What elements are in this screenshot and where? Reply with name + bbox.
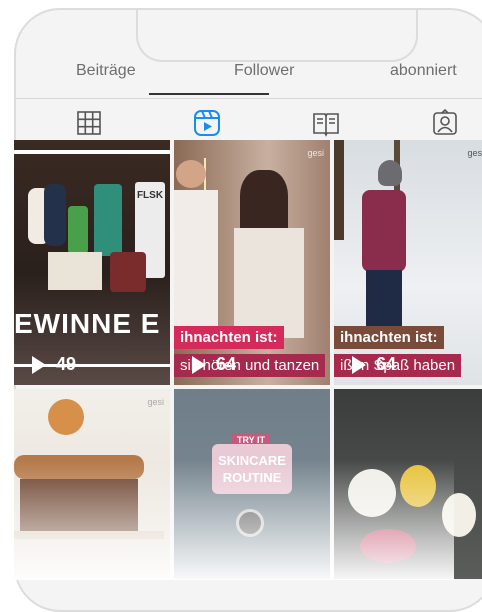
head — [176, 160, 206, 188]
view-count: 64 — [352, 354, 396, 375]
tagged-person-icon[interactable] — [430, 108, 460, 138]
divider — [16, 98, 482, 99]
content-tab-bar — [16, 106, 482, 142]
tree-trunk — [334, 140, 344, 240]
watermark: gesi — [467, 148, 482, 158]
hair — [240, 170, 288, 234]
play-icon — [352, 355, 366, 374]
caption-banner-top: ihnachten ist: — [174, 326, 284, 349]
frame-line — [14, 150, 170, 154]
bottom-fade — [14, 460, 454, 580]
caption-banner-top: ihnachten ist: — [334, 326, 444, 349]
active-tab-underline — [149, 93, 269, 95]
patterned-jacket — [362, 190, 406, 272]
tab-follower[interactable]: Follower — [234, 62, 294, 80]
tab-beitraege[interactable]: Beiträge — [76, 62, 136, 80]
watermark: gesi — [307, 148, 324, 158]
reel-thumbnail-3[interactable]: gesi ihnachten ist: ißen Spaß haben 64 — [334, 140, 482, 385]
phone-notch — [136, 10, 418, 62]
watermark: gesi — [147, 397, 164, 407]
jeans — [366, 270, 402, 326]
product-box — [48, 252, 102, 290]
reel-thumbnail-2[interactable]: gesi ihnachten ist: sik hören und tanzen… — [174, 140, 330, 385]
bottle — [68, 206, 88, 254]
tab-abonniert[interactable]: abonniert — [390, 62, 457, 80]
person-sweater — [234, 228, 304, 338]
guide-book-icon[interactable] — [311, 108, 341, 138]
reel-thumbnail-1[interactable]: FLSK EWINNE E 49 — [14, 140, 170, 385]
bottle — [94, 184, 122, 256]
grid-icon[interactable] — [74, 108, 104, 138]
hat — [378, 160, 402, 186]
view-count: 64 — [192, 354, 236, 375]
sock — [44, 184, 66, 246]
profile-stats-tabs: Beiträge Follower abonniert — [16, 62, 482, 92]
play-icon — [32, 355, 46, 374]
post-overlay-text: EWINNE E — [14, 308, 161, 339]
candle — [110, 252, 146, 292]
play-icon — [192, 355, 206, 374]
person-shirt — [174, 190, 218, 340]
flask-label: FLSK — [136, 190, 164, 201]
view-count: 49 — [32, 354, 76, 375]
orange-slice — [48, 399, 84, 435]
reels-grid: FLSK EWINNE E 49 gesi ihnachten ist: sik… — [14, 140, 482, 580]
reels-icon[interactable] — [192, 108, 222, 138]
